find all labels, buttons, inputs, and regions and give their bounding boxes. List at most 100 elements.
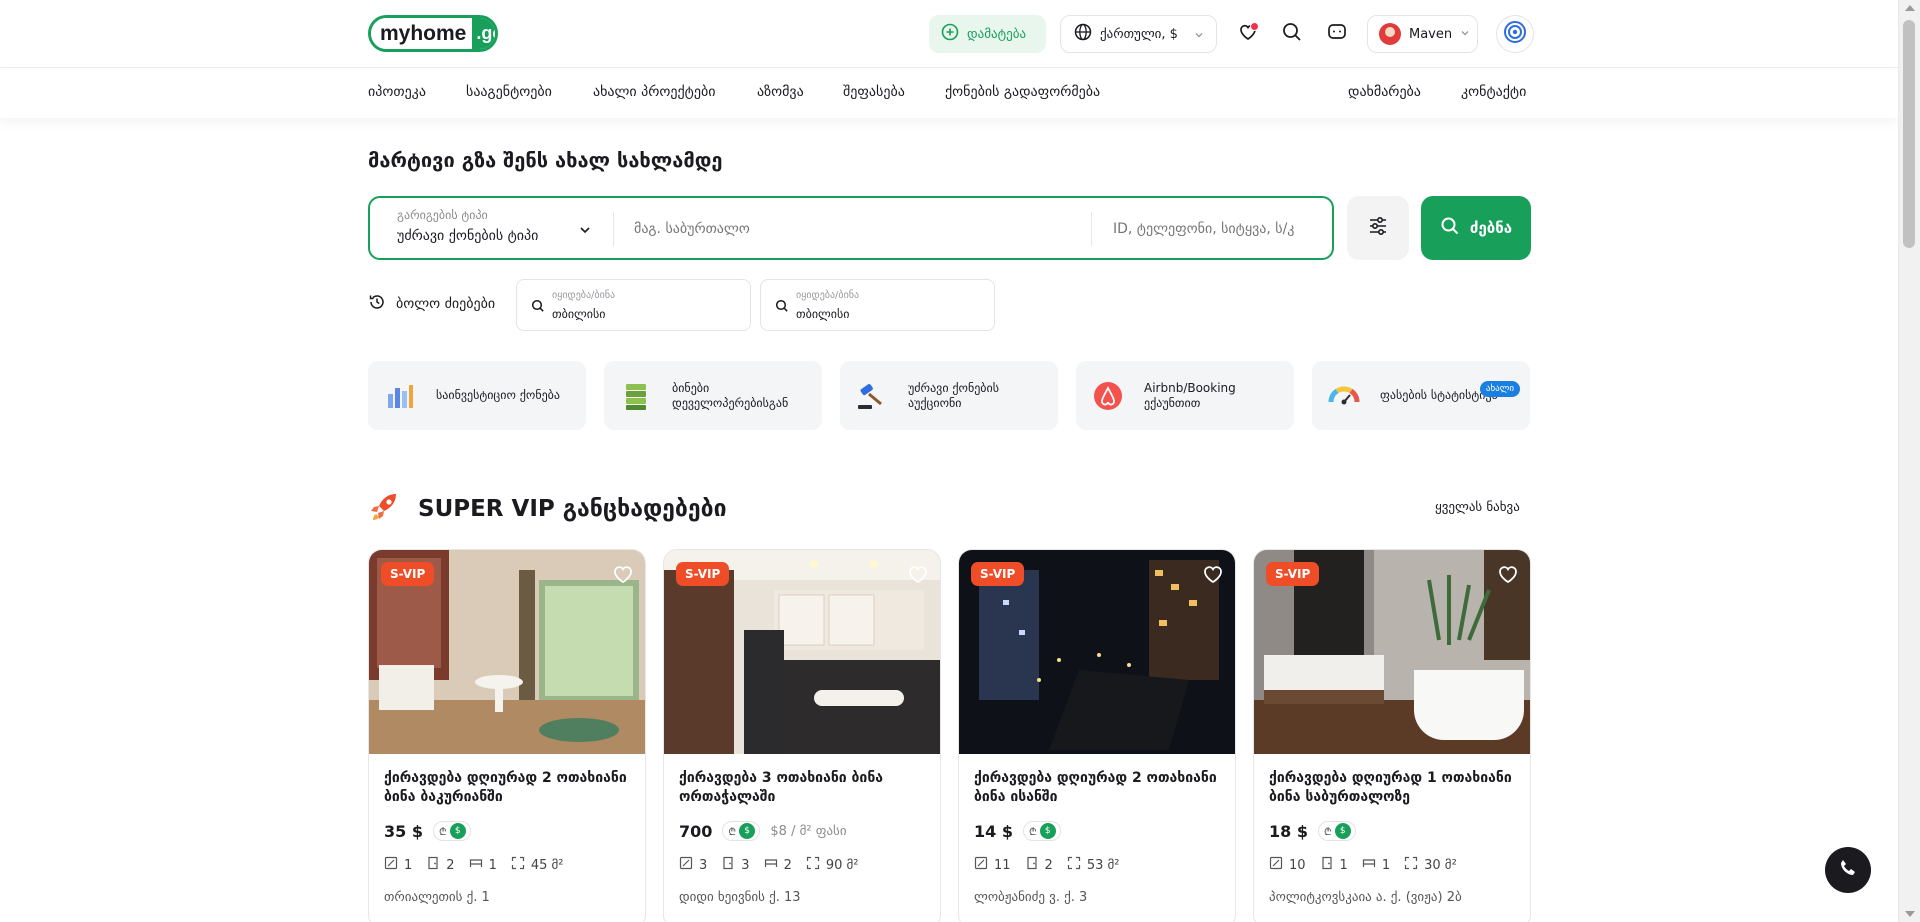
price-row: 35 $ ₾ $ bbox=[384, 821, 471, 841]
listing-photo: S-VIP bbox=[369, 550, 645, 754]
favorite-heart-icon[interactable] bbox=[611, 562, 635, 590]
category-investment[interactable]: საინვესტიციო ქონება bbox=[368, 361, 586, 430]
lari-symbol: ₾ bbox=[728, 827, 737, 838]
listing-title[interactable]: ქირავდება დღიურად 2 ოთახიანი ბინა ისანში bbox=[974, 769, 1224, 807]
room-icon bbox=[974, 856, 988, 874]
currency-toggle[interactable]: ₾ $ bbox=[722, 821, 761, 841]
listing-card[interactable]: S-VIP ქირავდება დღიურად 2 ოთახიანი ბინა … bbox=[958, 549, 1236, 922]
bed-icon bbox=[469, 856, 483, 874]
listing-title[interactable]: ქირავდება დღიურად 1 ოთახიანი ბინა საბურთ… bbox=[1269, 769, 1519, 807]
category-airbnb[interactable]: Airbnb/Booking ექაუნთით bbox=[1076, 361, 1294, 430]
target-logo-icon bbox=[1503, 20, 1527, 48]
spec-bedrooms: 2 bbox=[426, 856, 455, 874]
door-icon bbox=[1025, 856, 1039, 874]
chat-icon bbox=[1326, 21, 1348, 47]
recent-searches-label: ბოლო ძიებები bbox=[368, 293, 495, 315]
id-search-input[interactable] bbox=[1113, 221, 1313, 237]
bedrooms-value: 1 bbox=[1339, 857, 1348, 873]
price-row: 18 $ ₾ $ bbox=[1269, 821, 1356, 841]
site-logo[interactable]: myhome .ge bbox=[368, 15, 498, 52]
nav-item-valuation[interactable]: შეფასება bbox=[843, 84, 905, 100]
call-button[interactable] bbox=[1825, 847, 1871, 893]
scrollbar-thumb[interactable] bbox=[1903, 20, 1915, 248]
rooms-value: 1 bbox=[404, 857, 413, 873]
listing-photo: S-VIP bbox=[1254, 550, 1530, 754]
phone-icon bbox=[1837, 857, 1859, 883]
area-value: 53 მ² bbox=[1086, 857, 1120, 873]
main-navigation: იპოთეკა სააგენტოები ახალი პროექტები აზომ… bbox=[0, 69, 1898, 118]
chevron-down-icon[interactable] bbox=[578, 222, 592, 241]
page: myhome .ge დამატება ქართული, $ bbox=[0, 0, 1920, 922]
search-button[interactable] bbox=[1278, 20, 1306, 48]
currency-toggle[interactable]: ₾ $ bbox=[432, 821, 471, 841]
beds-value: 2 bbox=[783, 857, 792, 873]
bedrooms-value: 2 bbox=[1044, 857, 1053, 873]
nav-item-contact[interactable]: კონტაქტი bbox=[1461, 84, 1526, 100]
nav-item-agencies[interactable]: სააგენტოები bbox=[466, 84, 552, 100]
listing-card[interactable]: S-VIP ქირავდება დღიურად 1 ოთახიანი ბინა … bbox=[1253, 549, 1531, 922]
price-per-sqm: $8 / მ² ფასი bbox=[770, 823, 847, 839]
partner-app-button[interactable] bbox=[1496, 15, 1534, 53]
spec-bedrooms: 1 bbox=[1320, 856, 1348, 874]
spec-beds: 1 bbox=[469, 856, 497, 874]
nav-item-measurement[interactable]: აზომვა bbox=[757, 84, 804, 100]
area-icon bbox=[1067, 856, 1081, 874]
recent-search-chip[interactable]: იყიდება/ბინა თბილისი bbox=[760, 279, 995, 331]
listing-card[interactable]: S-VIP ქირავდება დღიურად 2 ოთახიანი ბინა … bbox=[368, 549, 646, 922]
spec-area: 45 მ² bbox=[511, 856, 564, 874]
plus-circle-icon bbox=[941, 23, 959, 45]
listing-title[interactable]: ქირავდება დღიურად 2 ოთახიანი ბინა ბაკური… bbox=[384, 769, 634, 807]
category-auction[interactable]: უძრავი ქონების აუქციონი bbox=[840, 361, 1058, 430]
messages-button[interactable] bbox=[1323, 20, 1351, 48]
deal-type-select[interactable]: გარიგების ტიპი უძრავი ქონების ტიპი bbox=[397, 208, 597, 244]
area-value: 30 მ² bbox=[1424, 857, 1457, 873]
nav-item-help[interactable]: დახმარება bbox=[1348, 84, 1421, 100]
area-value: 45 მ² bbox=[530, 857, 564, 873]
recent-searches-text: ბოლო ძიებები bbox=[396, 296, 496, 312]
spec-rooms: 1 bbox=[384, 856, 412, 874]
search-icon bbox=[531, 298, 545, 317]
favorite-heart-icon[interactable] bbox=[906, 562, 930, 590]
usd-symbol: $ bbox=[449, 823, 466, 839]
svip-badge: S-VIP bbox=[971, 562, 1025, 586]
lari-symbol: ₾ bbox=[1323, 827, 1332, 838]
currency-toggle[interactable]: ₾ $ bbox=[1317, 821, 1356, 841]
page-scrollbar[interactable] bbox=[1898, 0, 1920, 922]
svip-badge: S-VIP bbox=[1266, 562, 1320, 586]
bed-icon bbox=[764, 856, 778, 874]
scroll-up-arrow[interactable] bbox=[1905, 5, 1915, 11]
door-icon bbox=[721, 856, 735, 874]
svip-badge: S-VIP bbox=[381, 562, 435, 586]
location-input[interactable] bbox=[634, 221, 1074, 237]
favorites-button[interactable] bbox=[1234, 20, 1262, 48]
favorite-heart-icon[interactable] bbox=[1201, 562, 1225, 590]
category-price-statistics[interactable]: ფასების სტატისტიკა ახალი bbox=[1312, 361, 1530, 430]
nav-item-mortgage[interactable]: იპოთეკა bbox=[368, 84, 426, 100]
search-submit-label: ძებნა bbox=[1469, 219, 1513, 237]
add-listing-label: დამატება bbox=[967, 26, 1027, 42]
favorite-heart-icon[interactable] bbox=[1496, 562, 1520, 590]
currency-toggle[interactable]: ₾ $ bbox=[1022, 821, 1061, 841]
add-listing-button[interactable]: დამატება bbox=[929, 15, 1046, 53]
nav-item-property-transfer[interactable]: ქონების გადაფორმება bbox=[945, 84, 1100, 100]
language-currency-selector[interactable]: ქართული, $ bbox=[1060, 15, 1217, 53]
recent-search-chip[interactable]: იყიდება/ბინა თბილისი bbox=[516, 279, 751, 331]
filters-button[interactable] bbox=[1347, 196, 1409, 260]
see-all-link[interactable]: ყველას ნახვა bbox=[1435, 500, 1520, 515]
price-row: 700 ₾ $ $8 / მ² ფასი bbox=[679, 821, 847, 841]
search-submit-button[interactable]: ძებნა bbox=[1421, 196, 1531, 260]
room-icon bbox=[1269, 856, 1283, 874]
history-icon bbox=[368, 293, 386, 315]
new-badge: ახალი bbox=[1479, 381, 1520, 397]
scroll-down-arrow[interactable] bbox=[1905, 911, 1915, 917]
category-developers[interactable]: ბინები დეველოპერებისგან bbox=[604, 361, 822, 430]
listing-card[interactable]: S-VIP ქირავდება 3 ოთახიანი ბინა ორთაჭალა… bbox=[663, 549, 941, 922]
user-menu[interactable]: Maven bbox=[1367, 15, 1478, 53]
nav-item-new-projects[interactable]: ახალი პროექტები bbox=[593, 84, 715, 100]
listing-specs: 1 2 1 45 მ² bbox=[384, 856, 564, 874]
spec-area: 90 მ² bbox=[806, 856, 859, 874]
listing-title[interactable]: ქირავდება 3 ოთახიანი ბინა ორთაჭალაში bbox=[679, 769, 929, 807]
airbnb-icon bbox=[1092, 380, 1124, 412]
listing-photo: S-VIP bbox=[959, 550, 1235, 754]
bedrooms-value: 3 bbox=[741, 857, 750, 873]
